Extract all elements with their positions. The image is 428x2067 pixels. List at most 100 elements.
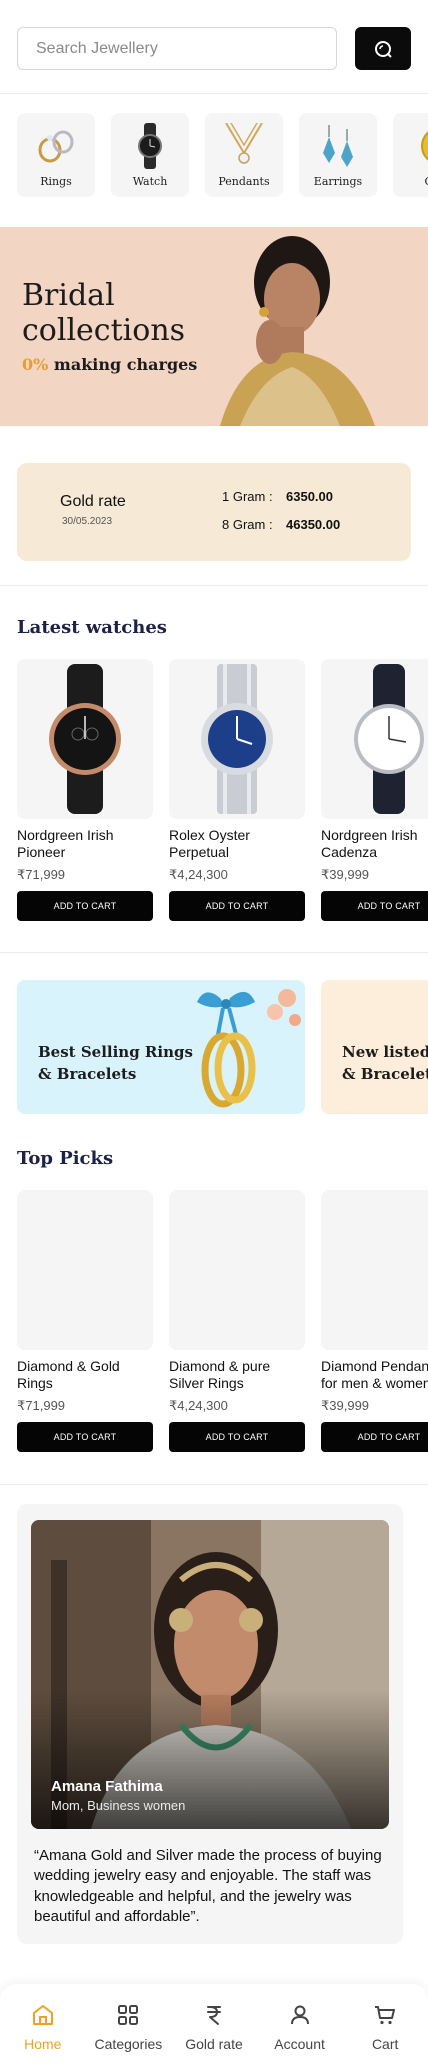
category-list: Rings Watch Pendants Earrings Co — [17, 113, 428, 197]
nav-label: Cart — [371, 2036, 399, 2052]
top-picks-list: Diamond & Gold Rings ₹71,999 ADD TO CART… — [17, 1190, 428, 1452]
promo-list: Best Selling Rings & Bracelets New listed… — [17, 980, 428, 1114]
testimonial-photo: Amana Fathima Mom, Business women — [31, 1520, 389, 1829]
cart-icon — [372, 2002, 398, 2028]
add-to-cart-button[interactable]: ADD TO CART — [321, 1422, 428, 1452]
promo-line: & Bracelets — [38, 1064, 137, 1083]
product-price: ₹71,999 — [17, 1398, 66, 1413]
promo-text: New listed Rings & Bracelets — [342, 1042, 428, 1086]
add-to-cart-button[interactable]: ADD TO CART — [169, 1422, 305, 1452]
watch-icon — [125, 123, 175, 169]
category-label: Watch — [132, 175, 168, 188]
add-to-cart-button[interactable]: ADD TO CART — [17, 1422, 153, 1452]
product-price: ₹71,999 — [17, 867, 66, 882]
product-image-placeholder — [17, 1190, 153, 1350]
latest-watches-list: Nordgreen Irish Pioneer ₹71,999 ADD TO C… — [17, 659, 428, 921]
banner-title: Bridal collections — [22, 278, 186, 348]
promo-card-new-listed[interactable]: New listed Rings & Bracelets — [321, 980, 428, 1114]
divider — [0, 585, 428, 586]
gold-rate-row: 8 Gram : 46350.00 — [222, 517, 340, 532]
product-price: ₹4,24,300 — [169, 867, 228, 882]
add-to-cart-button[interactable]: ADD TO CART — [321, 891, 428, 921]
gold-rate-value: 6350.00 — [286, 489, 333, 504]
product-price: ₹39,999 — [321, 867, 370, 882]
rupee-icon — [201, 2002, 227, 2028]
promo-card-best-selling[interactable]: Best Selling Rings & Bracelets — [17, 980, 305, 1114]
top-picks-title: Top Picks — [17, 1148, 114, 1169]
category-pendants[interactable]: Pendants — [205, 113, 283, 197]
testimonial-role: Mom, Business women — [51, 1798, 186, 1813]
product-name: Nordgreen Irish Cadenza — [321, 827, 418, 860]
category-watch[interactable]: Watch — [111, 113, 189, 197]
product-card[interactable]: Rolex Oyster Perpetual ₹4,24,300 ADD TO … — [169, 659, 305, 921]
product-name: Diamond & pure Silver Rings — [169, 1358, 271, 1391]
category-rings[interactable]: Rings — [17, 113, 95, 197]
testimonial-name: Amana Fathima — [51, 1778, 163, 1795]
pendant-icon — [219, 123, 269, 169]
product-card[interactable]: Nordgreen Irish Cadenza ₹39,999 ADD TO C… — [321, 659, 428, 921]
home-icon — [30, 2002, 56, 2028]
product-name: Diamond & Gold Rings — [17, 1358, 120, 1391]
bridal-banner[interactable]: Bridal collections 0% making charges — [0, 227, 428, 426]
nav-categories[interactable]: Categories — [90, 2002, 166, 2067]
nav-home[interactable]: Home — [5, 2002, 81, 2067]
product-name: Diamond Pendants for men & women — [321, 1358, 428, 1391]
home-screen: Rings Watch Pendants Earrings Co — [0, 0, 428, 2067]
search-button[interactable] — [355, 27, 411, 70]
watch-image — [321, 659, 428, 819]
gold-rate-value: 46350.00 — [286, 517, 341, 532]
latest-watches-title: Latest watches — [17, 617, 167, 638]
promo-line: New listed Rings — [342, 1043, 428, 1061]
coin-icon — [407, 123, 428, 169]
category-label: Co — [424, 175, 428, 188]
bottom-navigation: Home Categories Gold rate Account Cart — [0, 1984, 428, 2067]
nav-cart[interactable]: Cart — [347, 2002, 423, 2067]
testimonial-card: Amana Fathima Mom, Business women “Amana… — [17, 1504, 403, 1944]
nav-label: Account — [274, 2036, 325, 2052]
product-card[interactable]: Diamond Pendants for men & women ₹39,999… — [321, 1190, 428, 1452]
nav-gold-rate[interactable]: Gold rate — [176, 2002, 252, 2067]
add-to-cart-button[interactable]: ADD TO CART — [169, 891, 305, 921]
earrings-icon — [313, 123, 363, 169]
promo-line: & Bracelets — [342, 1064, 428, 1083]
divider — [0, 952, 428, 953]
user-icon — [287, 2002, 313, 2028]
rings-ribbon-image — [197, 989, 301, 1108]
divider — [0, 93, 428, 94]
search-icon — [375, 40, 392, 58]
product-card[interactable]: Diamond & Gold Rings ₹71,999 ADD TO CART — [17, 1190, 153, 1452]
category-earrings[interactable]: Earrings — [299, 113, 377, 197]
bride-photo — [220, 236, 375, 426]
gold-rate-card[interactable]: Gold rate 30/05.2023 1 Gram : 6350.00 8 G… — [17, 463, 411, 561]
product-card[interactable]: Diamond & pure Silver Rings ₹4,24,300 AD… — [169, 1190, 305, 1452]
nav-label: Gold rate — [185, 2036, 243, 2052]
grid-icon — [115, 2002, 141, 2028]
search-input[interactable] — [17, 27, 337, 70]
gold-rate-key: 8 Gram : — [222, 517, 273, 532]
gold-rate-row: 1 Gram : 6350.00 — [222, 489, 340, 504]
testimonial-quote: “Amana Gold and Silver made the process … — [34, 1847, 382, 1925]
category-label: Pendants — [218, 175, 270, 188]
rings-icon — [31, 123, 81, 169]
gold-rate-table: 1 Gram : 6350.00 8 Gram : 46350.00 — [222, 489, 340, 545]
add-to-cart-button[interactable]: ADD TO CART — [17, 891, 153, 921]
banner-highlight: 0% — [22, 355, 49, 374]
product-price: ₹39,999 — [321, 1398, 370, 1413]
nav-label: Home — [24, 2036, 62, 2052]
watch-image — [17, 659, 153, 819]
nav-account[interactable]: Account — [262, 2002, 338, 2067]
banner-subtitle: 0% making charges — [22, 355, 197, 374]
product-image-placeholder — [321, 1190, 428, 1350]
category-label: Earrings — [313, 175, 363, 188]
category-coins[interactable]: Co — [393, 113, 428, 197]
promo-text: Best Selling Rings & Bracelets — [38, 1042, 193, 1086]
gold-rate-title: Gold rate — [60, 493, 126, 510]
banner-subtitle-text: making charges — [48, 355, 198, 374]
nav-label: Categories — [94, 2036, 163, 2052]
gold-rate-date: 30/05.2023 — [62, 516, 113, 527]
product-card[interactable]: Nordgreen Irish Pioneer ₹71,999 ADD TO C… — [17, 659, 153, 921]
product-image-placeholder — [169, 1190, 305, 1350]
promo-line: Best Selling Rings — [38, 1043, 193, 1061]
watch-image — [169, 659, 305, 819]
divider — [0, 1484, 428, 1485]
